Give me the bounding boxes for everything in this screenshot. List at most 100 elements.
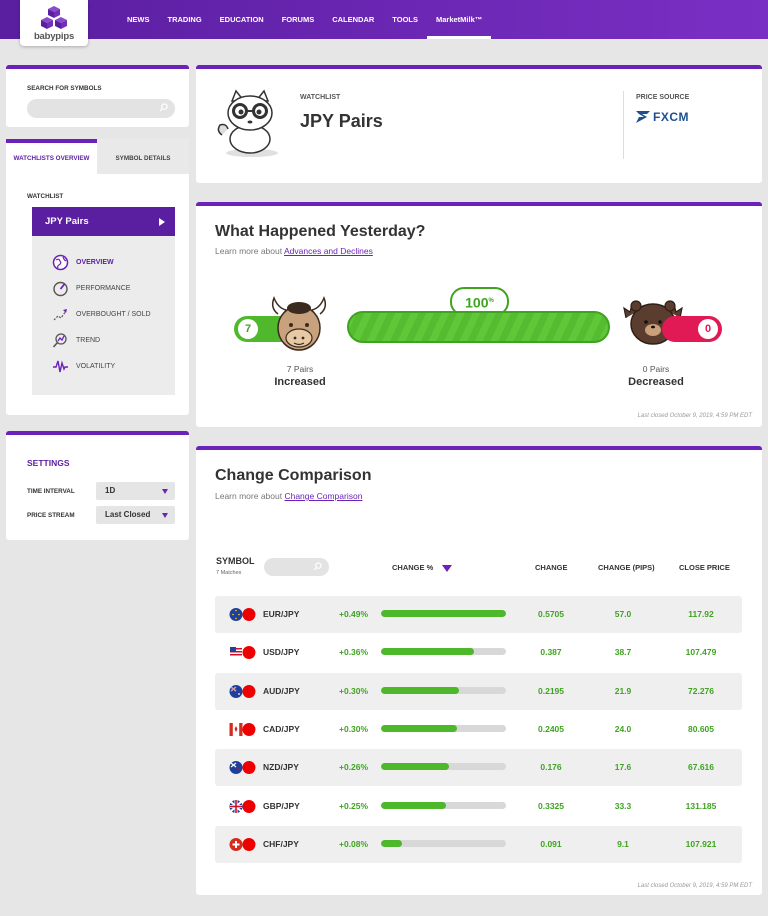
- close-price-header[interactable]: CLOSE PRICE: [679, 563, 730, 572]
- change-pips: 57.0: [614, 609, 632, 619]
- change-percent-bar: [381, 724, 506, 732]
- change-value: 0.2195: [538, 685, 564, 696]
- trend-magnifier-icon: [52, 332, 67, 348]
- close-price: 131.185: [685, 800, 717, 811]
- matches-count: 7 Matches: [216, 570, 242, 576]
- pair-symbol[interactable]: EUR/JPY: [263, 609, 299, 619]
- close-price: 80.605: [688, 723, 714, 734]
- nav-forums[interactable]: FORUMS: [273, 0, 324, 39]
- nav-education[interactable]: EDUCATION: [211, 0, 273, 39]
- time-interval-select[interactable]: 1D: [96, 482, 175, 500]
- header-watchlist-label: WATCHLIST: [300, 94, 341, 101]
- chevron-down-icon: [162, 513, 168, 518]
- advance-percent: 100: [465, 294, 489, 311]
- change-percent: +0.36%: [339, 647, 369, 658]
- settings-title: SETTINGS: [27, 458, 70, 468]
- close-price: 117.92: [688, 609, 714, 619]
- change-comparison-title: Change Comparison: [215, 467, 372, 484]
- watchlist-selector[interactable]: JPY Pairs: [32, 207, 175, 236]
- symbol-header: SYMBOL: [216, 556, 255, 566]
- tab-watchlists-overview[interactable]: WATCHLISTS OVERVIEW: [6, 139, 97, 174]
- flag-ch-jp-icon: [229, 837, 256, 851]
- change-percent-bar: [381, 686, 506, 694]
- table-row[interactable]: NZD/JPY +0.26% 0.176 17.6 67.616: [215, 749, 742, 787]
- flag-us-jp-icon: [229, 646, 256, 660]
- tab-symbol-details[interactable]: SYMBOL DETAILS: [97, 139, 189, 174]
- fxcm-mark-icon: [636, 111, 650, 123]
- close-price: 107.921: [685, 838, 717, 849]
- change-pips: 21.9: [614, 685, 632, 696]
- table-row[interactable]: GBP/JPY +0.25% 0.3325 33.3 131.185: [215, 788, 742, 825]
- pair-symbol[interactable]: AUD/JPY: [263, 686, 300, 696]
- change-value: 0.5705: [538, 609, 564, 619]
- change-percent-bar: [381, 763, 506, 771]
- close-price: 67.616: [688, 762, 714, 773]
- fxcm-logo: FXCM: [636, 110, 689, 124]
- menu-item-performance[interactable]: PERFORMANCE: [52, 279, 130, 297]
- menu-item-overbought-sold[interactable]: OVERBOUGHT / SOLD: [52, 305, 151, 323]
- table-row[interactable]: EUR/JPY +0.49% 0.5705 57.0 117.92: [215, 596, 742, 633]
- menu-item-overview[interactable]: OVERVIEW: [52, 253, 114, 271]
- nav-news[interactable]: NEWS: [118, 0, 159, 39]
- babypips-logo[interactable]: babypips: [20, 0, 88, 46]
- change-comparison-card: Change Comparison Learn more about Chang…: [196, 446, 762, 895]
- menu-item-trend[interactable]: TREND: [52, 331, 100, 349]
- price-stream-label: PRICE STREAM: [27, 512, 75, 519]
- pulse-icon: [53, 359, 68, 372]
- increased-count: 7: [238, 319, 258, 339]
- nav-trading[interactable]: TRADING: [159, 0, 211, 39]
- decreased-caption: 0 Pairs Decreased: [628, 364, 684, 388]
- menu-item-volatility[interactable]: VOLATILITY: [52, 357, 115, 375]
- table-row[interactable]: AUD/JPY +0.30% 0.2195 21.9 72.276: [215, 672, 742, 710]
- nav-tools[interactable]: TOOLS: [383, 0, 427, 39]
- pair-symbol[interactable]: CAD/JPY: [263, 724, 300, 734]
- watchlist-nav-card: WATCHLISTS OVERVIEW SYMBOL DETAILS WATCH…: [6, 139, 189, 415]
- close-price: 72.276: [688, 685, 714, 696]
- change-pct-header[interactable]: CHANGE %: [392, 563, 453, 572]
- pair-symbol[interactable]: GBP/JPY: [263, 801, 300, 811]
- change-comparison-link[interactable]: Change Comparison: [284, 491, 362, 501]
- advances-declines-learn: Learn more about Advances and Declines: [215, 246, 373, 256]
- trend-arrow-icon: [53, 308, 67, 320]
- change-percent: +0.25%: [339, 800, 369, 811]
- table-row[interactable]: USD/JPY +0.36% 0.387 38.7 107.479: [215, 634, 742, 671]
- watchlist-selected: JPY Pairs: [45, 216, 89, 227]
- table-row[interactable]: CHF/JPY +0.08% 0.091 9.1 107.921: [215, 825, 742, 863]
- top-navigation-bar: babypips NEWS TRADING EDUCATION FORUMS C…: [0, 0, 768, 46]
- pair-symbol[interactable]: NZD/JPY: [263, 762, 299, 772]
- sort-desc-icon[interactable]: [442, 564, 453, 572]
- advance-decline-bar: [347, 311, 610, 343]
- logo-cubes-icon: [41, 6, 67, 29]
- close-price: 107.479: [685, 647, 717, 658]
- nav-calendar[interactable]: CALENDAR: [323, 0, 383, 39]
- pair-symbol[interactable]: CHF/JPY: [263, 839, 299, 849]
- flag-ca-jp-icon: [229, 722, 256, 736]
- advances-declines-link[interactable]: Advances and Declines: [284, 246, 373, 256]
- pair-symbol[interactable]: USD/JPY: [263, 647, 299, 657]
- search-icon[interactable]: [313, 562, 322, 571]
- flag-eu-jp-icon: [229, 608, 256, 621]
- table-row[interactable]: CAD/JPY +0.30% 0.2405 24.0 80.605: [215, 711, 742, 748]
- change-pips: 24.0: [614, 723, 632, 734]
- logo-text: babypips: [33, 31, 75, 42]
- search-icon[interactable]: [159, 103, 168, 112]
- watchlist-label: WATCHLIST: [27, 193, 64, 200]
- gauge-icon: [53, 281, 68, 296]
- last-closed-timestamp: Last closed October 9, 2019, 4:59 PM EDT: [637, 883, 752, 889]
- price-source-label: PRICE SOURCE: [636, 94, 690, 101]
- page-title: JPY Pairs: [300, 111, 383, 131]
- raccoon-mascot-icon: [217, 89, 278, 157]
- change-percent-bar: [381, 610, 506, 617]
- price-stream-select[interactable]: Last Closed: [96, 506, 175, 524]
- change-pips: 38.7: [614, 647, 632, 658]
- main-nav: NEWS TRADING EDUCATION FORUMS CALENDAR T…: [118, 0, 492, 39]
- nav-marketmilk[interactable]: MarketMilk™: [427, 0, 492, 39]
- change-pips-header[interactable]: CHANGE (PIPS): [598, 563, 655, 572]
- change-percent-bar: [381, 648, 506, 656]
- change-value: 0.176: [540, 762, 562, 773]
- symbol-filter-input[interactable]: [264, 558, 329, 576]
- what-happened-card: What Happened Yesterday? Learn more abou…: [196, 202, 762, 427]
- change-header[interactable]: CHANGE: [535, 563, 568, 572]
- change-percent: +0.49%: [339, 609, 369, 619]
- symbol-search-input[interactable]: [27, 99, 175, 118]
